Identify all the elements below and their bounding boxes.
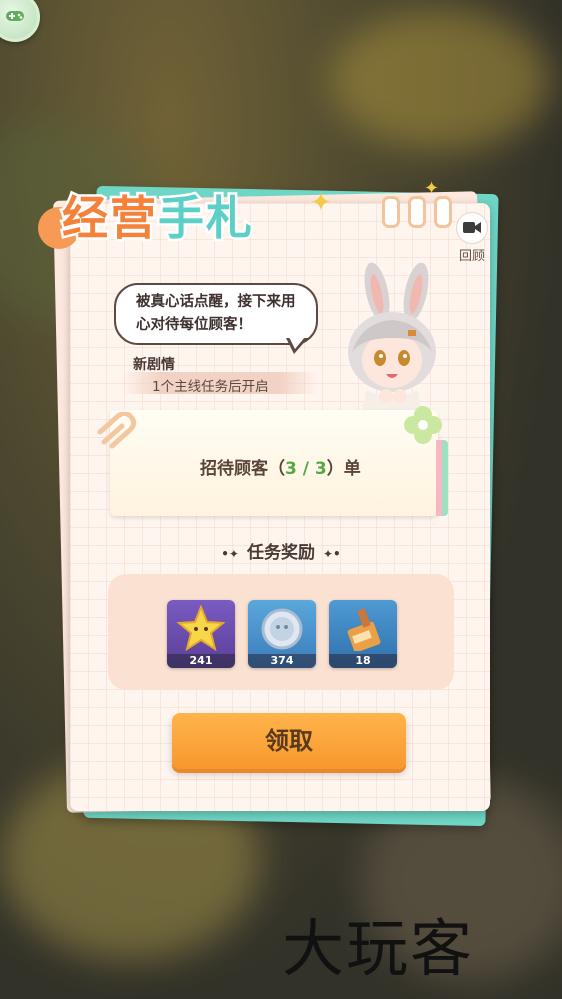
bottle-icon xyxy=(347,608,381,651)
sparkle-icon: ✦ xyxy=(310,188,332,218)
binder-ring xyxy=(434,196,452,228)
reward-item[interactable]: 374 xyxy=(248,600,316,668)
clover-icon xyxy=(404,406,442,444)
claim-button[interactable]: 领取 xyxy=(172,713,406,769)
reward-count: 374 xyxy=(248,654,316,668)
reward-count: 18 xyxy=(329,654,397,668)
task-prefix: 招待顾客（ xyxy=(200,459,285,479)
task-description: 招待顾客（3 / 3）单 xyxy=(200,454,361,479)
task-suffix: ）单 xyxy=(326,459,361,479)
sparkle-icon: ✦• xyxy=(323,547,341,561)
paperclip-icon xyxy=(97,412,137,449)
star-icon xyxy=(176,605,226,651)
replay-label: 回顾 xyxy=(458,249,485,264)
title-part-1: 经营 xyxy=(60,189,159,248)
new-story-label: 新剧情 xyxy=(133,357,175,373)
coin-icon xyxy=(261,608,303,650)
rewards-title-text: 任务奖励 xyxy=(247,543,315,563)
dialogue-line: 被真心话点醒，接下来用 xyxy=(136,294,296,310)
sparkle-icon: ✦ xyxy=(424,178,440,199)
task-progress: 3 / 3 xyxy=(285,459,327,479)
watermark: 大玩客 xyxy=(282,912,475,985)
sparkle-icon: •✦ xyxy=(221,547,239,561)
story-unlock-text: 1个主线任务后开启 xyxy=(152,379,269,395)
title-part-2: 手札 xyxy=(156,189,255,248)
reward-count: 241 xyxy=(167,654,235,668)
replay-button[interactable]: 回顾 xyxy=(454,212,490,264)
binder-ring xyxy=(382,196,400,228)
dialogue-bubble: 被真心话点醒，接下来用 心对待每位顾客！ xyxy=(114,283,318,345)
dialogue-line: 心对待每位顾客！ xyxy=(136,317,252,333)
bunny-girl-character xyxy=(348,262,436,412)
task-banner-tab xyxy=(436,440,448,516)
video-camera-icon xyxy=(456,212,488,244)
notebook-title: 经营手札 xyxy=(60,182,255,248)
rewards-section-title: •✦ 任务奖励 ✦• xyxy=(0,538,562,563)
reward-item[interactable]: 241 xyxy=(167,600,235,668)
reward-item[interactable]: 18 xyxy=(329,600,397,668)
binder-ring xyxy=(408,196,426,228)
gamepad-icon xyxy=(6,11,24,21)
